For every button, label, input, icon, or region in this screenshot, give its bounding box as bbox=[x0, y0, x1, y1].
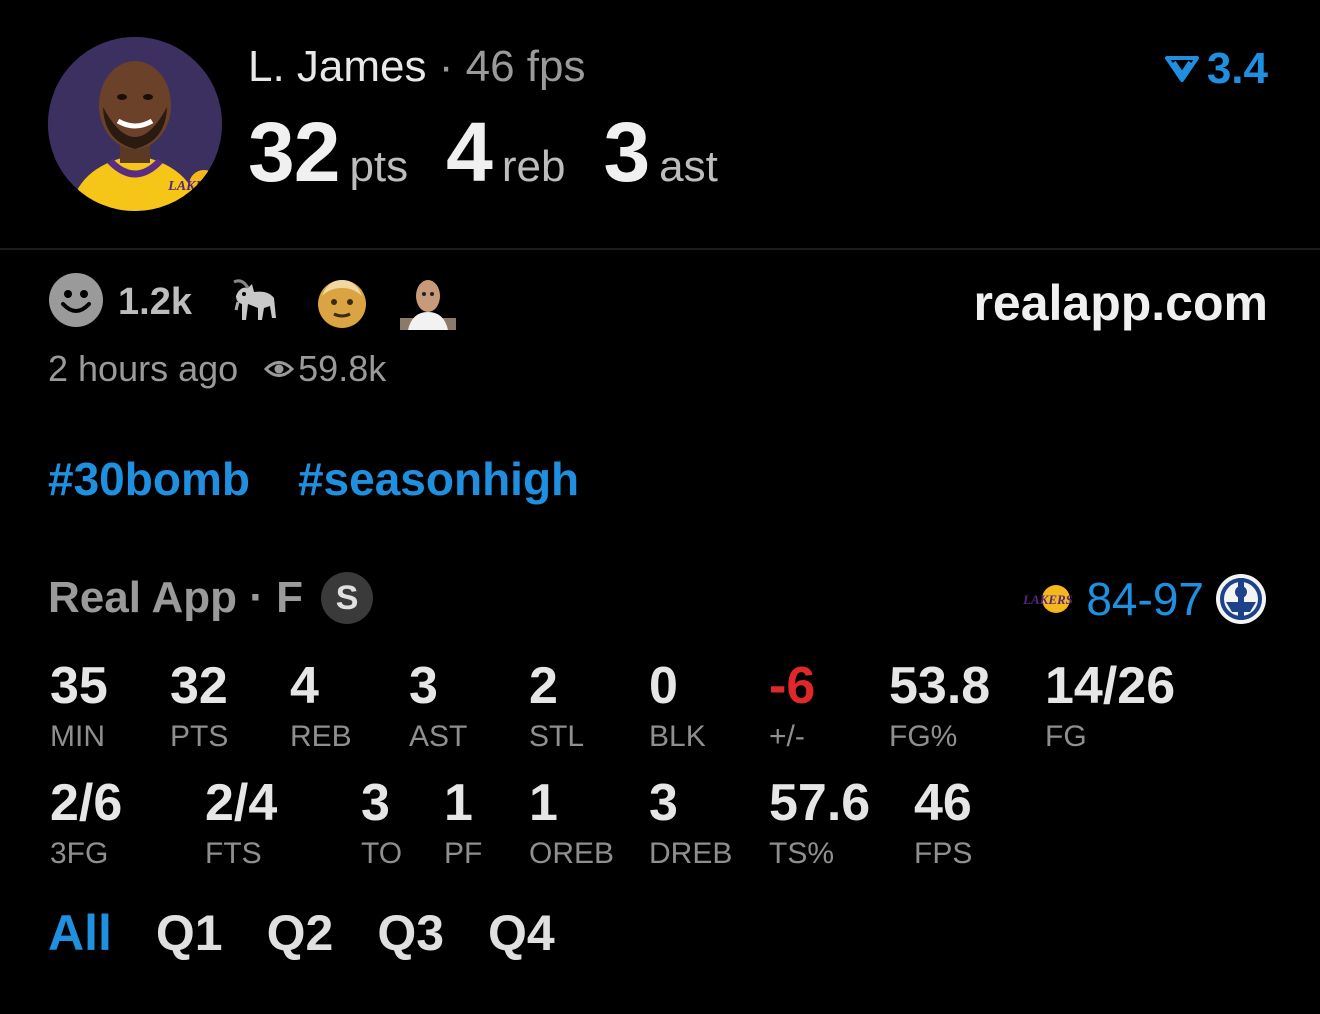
reaction-count[interactable]: 1.2k bbox=[118, 281, 192, 324]
player-line: L. James · 46 fps bbox=[248, 42, 586, 92]
stat-fts: 2/4 FTS bbox=[205, 777, 277, 869]
stat-value: 46 bbox=[914, 774, 972, 832]
stat-fps: 46 FPS bbox=[914, 777, 972, 869]
stat-value: 57.6 bbox=[769, 774, 871, 832]
stat-value: 53.8 bbox=[889, 657, 991, 715]
game-source-label[interactable]: Real App · F bbox=[48, 573, 303, 623]
stat-label: FTS bbox=[205, 837, 262, 870]
stat-value: 3 bbox=[649, 774, 678, 832]
points-value: 32 bbox=[248, 105, 340, 199]
stat-label: TO bbox=[361, 837, 403, 870]
assists-unit: ast bbox=[659, 142, 718, 191]
hashtag-30bomb[interactable]: #30bomb bbox=[48, 452, 250, 506]
rating-badge[interactable]: 3.4 bbox=[1164, 44, 1268, 94]
stat-reb: 4 REB bbox=[290, 660, 352, 752]
person-icon[interactable] bbox=[399, 274, 456, 330]
stat-ts-pct: 57.6 TS% bbox=[769, 777, 870, 869]
stat-value: 1 bbox=[529, 774, 558, 832]
stat-value: 1 bbox=[444, 774, 473, 832]
stat-value: 4 bbox=[290, 657, 319, 715]
fantasy-points: 46 fps bbox=[465, 42, 586, 91]
tab-q4[interactable]: Q4 bbox=[488, 904, 555, 962]
hashtag-seasonhigh[interactable]: #seasonhigh bbox=[298, 452, 579, 506]
stat-value: -6 bbox=[769, 657, 816, 715]
stat-label: 3FG bbox=[50, 837, 109, 870]
rebounds-value: 4 bbox=[446, 105, 493, 199]
stat-label: PTS bbox=[170, 720, 229, 753]
player-name[interactable]: L. James bbox=[248, 42, 427, 91]
stat-label: OREB bbox=[529, 837, 615, 870]
stat-plus-minus: -6 +/- bbox=[769, 660, 815, 752]
stat-stl: 2 STL bbox=[529, 660, 584, 752]
assists-value: 3 bbox=[603, 105, 650, 199]
game-source: Real App · F S bbox=[48, 572, 374, 624]
stat-3fg: 2/6 3FG bbox=[50, 777, 122, 869]
lakers-logo-icon: LAKERS bbox=[1022, 585, 1073, 613]
stat-value: 3 bbox=[409, 657, 438, 715]
stat-ast: 3 AST bbox=[409, 660, 467, 752]
views: 59.8k bbox=[264, 348, 386, 390]
stat-pf: 1 PF bbox=[444, 777, 482, 869]
stat-label: REB bbox=[290, 720, 352, 753]
stat-value: 14/26 bbox=[1045, 657, 1176, 715]
score-text: 84-97 bbox=[1086, 573, 1204, 625]
view-count: 59.8k bbox=[298, 348, 387, 389]
goat-icon[interactable] bbox=[228, 274, 284, 330]
headline-stats: 32 pts 4 reb 3 ast bbox=[248, 104, 756, 201]
tab-all[interactable]: All bbox=[48, 904, 112, 962]
tab-q3[interactable]: Q3 bbox=[377, 904, 444, 962]
stat-fg-pct: 53.8 FG% bbox=[889, 660, 990, 752]
stat-value: 0 bbox=[649, 657, 678, 715]
stat-dreb: 3 DREB bbox=[649, 777, 732, 869]
time-ago: 2 hours ago bbox=[48, 348, 239, 389]
game-score[interactable]: LAKERS 84-97 bbox=[1020, 572, 1268, 626]
stat-value: 2 bbox=[529, 657, 558, 715]
stat-label: PF bbox=[444, 837, 483, 870]
stat-min: 35 MIN bbox=[50, 660, 108, 752]
stat-blk: 0 BLK bbox=[649, 660, 706, 752]
hashtags: #30bomb #seasonhigh bbox=[48, 452, 627, 506]
stat-label: +/- bbox=[769, 720, 805, 753]
stat-value: 32 bbox=[170, 657, 228, 715]
stat-value: 2/6 bbox=[50, 774, 123, 832]
rating-icon bbox=[1164, 56, 1199, 82]
player-avatar[interactable]: LAKERS bbox=[48, 37, 222, 211]
stat-label: FPS bbox=[914, 837, 973, 870]
rebounds-unit: reb bbox=[501, 142, 566, 191]
stat-label: BLK bbox=[649, 720, 706, 753]
svg-text:LAKERS: LAKERS bbox=[1022, 592, 1073, 607]
stat-label: FG% bbox=[889, 720, 958, 753]
stat-value: 3 bbox=[361, 774, 390, 832]
s-badge[interactable]: S bbox=[321, 572, 374, 624]
opponent-logo-icon bbox=[1216, 574, 1266, 624]
stat-label: TS% bbox=[769, 837, 835, 870]
eye-icon bbox=[264, 361, 295, 377]
quarter-filter-tabs: All Q1 Q2 Q3 Q4 bbox=[48, 904, 599, 962]
lakers-logo-icon: LAKERS bbox=[167, 170, 222, 200]
reactions-bar: 1.2k bbox=[48, 272, 486, 333]
stat-value: 35 bbox=[50, 657, 108, 715]
post-meta: 2 hours ago 59.8k bbox=[48, 348, 386, 390]
stat-label: DREB bbox=[649, 837, 733, 870]
site-link[interactable]: realapp.com bbox=[973, 274, 1268, 332]
divider bbox=[0, 248, 1320, 250]
stat-label: FG bbox=[1045, 720, 1087, 753]
stat-label: MIN bbox=[50, 720, 105, 753]
tab-q2[interactable]: Q2 bbox=[267, 904, 334, 962]
stat-to: 3 TO bbox=[361, 777, 402, 869]
separator: · bbox=[438, 42, 454, 91]
stat-label: AST bbox=[409, 720, 468, 753]
stat-value: 2/4 bbox=[205, 774, 278, 832]
rating-value: 3.4 bbox=[1206, 44, 1268, 93]
smiley-icon[interactable] bbox=[48, 272, 104, 333]
tab-q1[interactable]: Q1 bbox=[156, 904, 223, 962]
old-man-icon[interactable] bbox=[314, 274, 370, 330]
stat-label: STL bbox=[529, 720, 585, 753]
points-unit: pts bbox=[349, 142, 409, 191]
stat-pts: 32 PTS bbox=[170, 660, 228, 752]
stat-oreb: 1 OREB bbox=[529, 777, 614, 869]
svg-text:LAKERS: LAKERS bbox=[167, 179, 222, 194]
stat-fg: 14/26 FG bbox=[1045, 660, 1175, 752]
